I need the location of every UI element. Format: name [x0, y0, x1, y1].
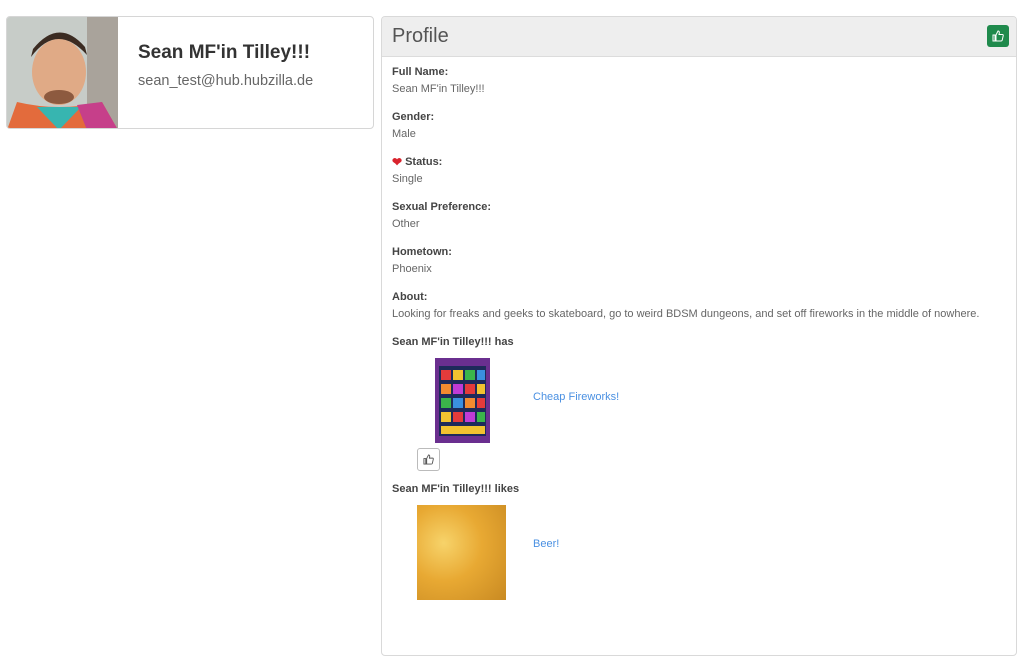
has-title: Sean MF'in Tilley!!! has [392, 336, 514, 348]
likes-item-link[interactable]: Beer! [533, 538, 559, 550]
like-has-button[interactable] [417, 448, 440, 471]
thumbs-up-icon [992, 30, 1004, 42]
page-title: Profile [392, 25, 449, 47]
has-item-link[interactable]: Cheap Fireworks! [533, 391, 619, 403]
profile-panel: Profile Full Name: Sean MF'in Tilley!!! … [381, 16, 1017, 656]
has-item: Cheap Fireworks! [417, 358, 1006, 448]
profile-header: Profile [382, 17, 1016, 57]
field-value: Sean MF'in Tilley!!! [392, 83, 485, 95]
field-value: Other [392, 218, 420, 230]
field-label: Full Name: [392, 66, 449, 78]
field-value: Single [392, 173, 423, 185]
vcard-name[interactable]: Sean MF'in Tilley!!! [138, 42, 310, 64]
field-label: Status: [405, 156, 443, 168]
vcard-address: sean_test@hub.hubzilla.de [138, 73, 314, 89]
field-full-name: Full Name: Sean MF'in Tilley!!! [392, 66, 1006, 98]
field-about: About: Looking for freaks and geeks to s… [392, 291, 1006, 323]
profile-photo[interactable] [7, 17, 118, 128]
field-label: Sexual Preference: [392, 201, 492, 213]
field-sexual-preference: Sexual Preference: Other [392, 201, 1006, 233]
field-value: Phoenix [392, 263, 432, 275]
beer-image[interactable] [417, 505, 506, 600]
field-status: ❤ Status: Single [392, 156, 1006, 188]
field-label: About: [392, 291, 428, 303]
field-value: Looking for freaks and geeks to skateboa… [392, 308, 980, 320]
field-label: Hometown: [392, 246, 452, 258]
profile-body: Full Name: Sean MF'in Tilley!!! Gender: … [382, 57, 1016, 600]
thumbs-up-icon [423, 454, 434, 465]
heart-icon: ❤ [392, 155, 403, 169]
field-gender: Gender: Male [392, 111, 1006, 143]
likes-title: Sean MF'in Tilley!!! likes [392, 483, 520, 495]
fireworks-image[interactable] [435, 358, 490, 443]
like-profile-button[interactable] [987, 25, 1009, 47]
field-label: Gender: [392, 111, 435, 123]
field-value: Male [392, 128, 416, 140]
profile-photo-image [7, 17, 118, 128]
vcard: Sean MF'in Tilley!!! sean_test@hub.hubzi… [6, 16, 374, 129]
field-label-row: ❤ Status: [392, 156, 1006, 168]
likes-item: Beer! [417, 505, 1006, 600]
field-hometown: Hometown: Phoenix [392, 246, 1006, 278]
